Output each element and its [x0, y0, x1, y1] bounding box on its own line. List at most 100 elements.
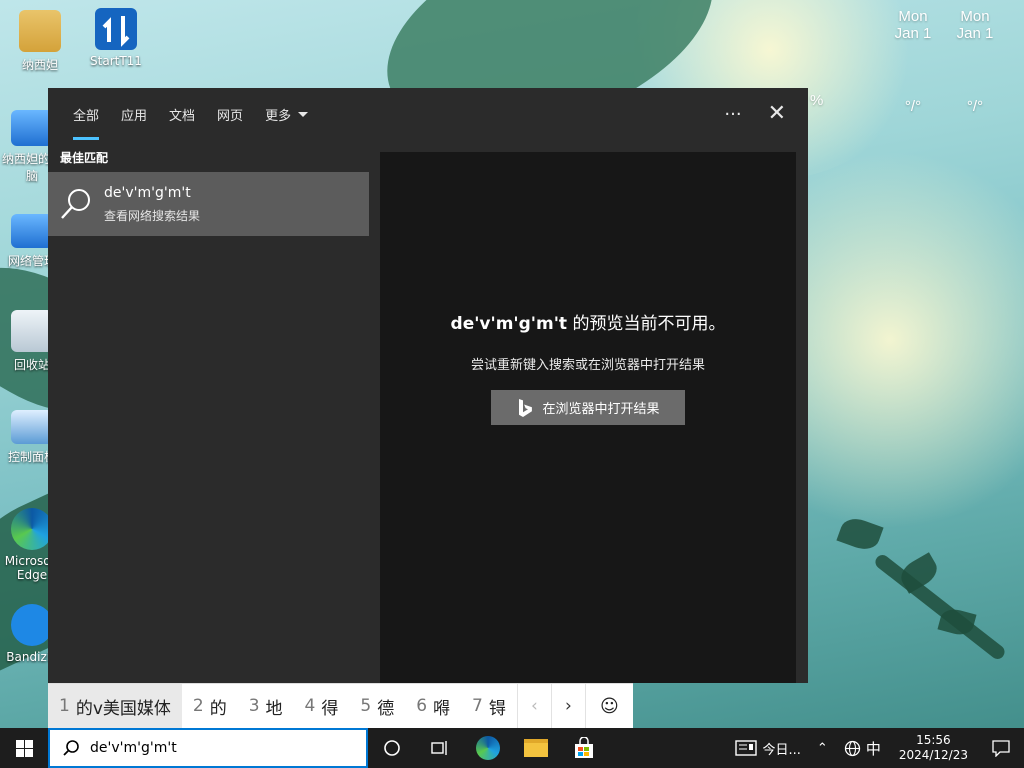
tab-apps[interactable]: 应用	[110, 88, 158, 140]
network-icon	[11, 214, 53, 248]
search-icon	[61, 189, 90, 219]
candidate-text: 德	[377, 698, 395, 719]
chevron-up-icon: ⌃	[816, 740, 828, 756]
emoji-icon[interactable]: ☺	[584, 684, 633, 728]
weather-widget-day1: Mon Jan 1 °/°	[886, 8, 940, 115]
control-panel-icon	[11, 410, 53, 444]
tab-web[interactable]: 网页	[206, 88, 254, 140]
weather-temp: °/°	[904, 98, 922, 115]
more-options-button[interactable]: ···	[724, 104, 741, 125]
taskbar: de'v'm'g'm't 今日... ⌃ 中 15:56 2024/12/23	[0, 728, 1024, 768]
panel-actions: ··· ✕	[724, 88, 786, 140]
weather-percent: %	[810, 92, 824, 109]
candidate-number: 4	[304, 696, 316, 716]
show-hidden-icons-button[interactable]: ⌃	[809, 728, 836, 768]
desktop-icon-label: 纳西妲	[21, 58, 58, 72]
open-in-browser-button[interactable]: 在浏览器中打开结果	[491, 390, 685, 425]
bing-icon	[519, 398, 533, 417]
ime-candidate[interactable]: 3地	[238, 684, 294, 728]
globe-icon	[844, 740, 860, 756]
desktop-icon-user-folder[interactable]: 纳西妲	[8, 10, 72, 73]
news-widget-label: 今日...	[762, 742, 801, 758]
candidate-text: 地	[265, 698, 283, 719]
results-pane: 最佳匹配 de'v'm'g'm't 查看网络搜索结果	[48, 140, 369, 683]
candidate-number: 1	[59, 696, 70, 716]
task-view-icon	[431, 741, 447, 755]
edge-icon	[476, 736, 500, 760]
desktop-icon-startt11[interactable]: StartT11	[84, 8, 148, 68]
search-query-text: de'v'm'g'm't	[90, 740, 177, 756]
weather-day: Mon	[960, 8, 990, 25]
ime-candidate[interactable]: 7锝	[461, 684, 517, 728]
language-button[interactable]: 中	[836, 728, 889, 768]
ime-candidate[interactable]: 1 的v美国媒体	[48, 684, 182, 728]
weather-day: Mon	[898, 8, 928, 25]
candidate-number: 5	[360, 696, 372, 716]
candidate-number: 3	[248, 696, 260, 716]
preview-title: de'v'm'g'm't 的预览当前不可用。	[380, 309, 796, 334]
candidate-number: 6	[416, 696, 428, 716]
result-subtitle: 查看网络搜索结果	[104, 208, 201, 223]
desktop-icon-label: StartT11	[90, 54, 142, 68]
tab-documents[interactable]: 文档	[158, 88, 206, 140]
tab-label: 全部	[73, 108, 100, 124]
taskbar-edge-button[interactable]	[464, 728, 512, 768]
search-tabs: 全部 应用 文档 网页 更多 ··· ✕	[48, 88, 808, 140]
best-match-result[interactable]: de'v'm'g'm't 查看网络搜索结果	[48, 172, 369, 236]
search-icon	[63, 740, 79, 756]
ime-prev-page-button[interactable]: ‹	[516, 684, 551, 728]
weather-temp: °/°	[966, 98, 984, 115]
open-in-browser-label: 在浏览器中打开结果	[542, 402, 660, 417]
news-widget-button[interactable]: 今日...	[727, 728, 809, 768]
weather-date: Jan 1	[894, 25, 932, 42]
store-icon	[575, 737, 593, 758]
candidate-text: 得	[321, 698, 339, 719]
user-folder-icon	[19, 10, 61, 52]
clock-date: 2024/12/23	[898, 748, 968, 762]
result-title: de'v'm'g'm't	[104, 184, 191, 201]
bandizip-icon	[11, 604, 53, 646]
cortana-button[interactable]	[368, 728, 416, 768]
candidate-number: 7	[472, 696, 483, 716]
computer-icon	[11, 110, 53, 146]
recycle-bin-icon	[11, 310, 53, 352]
notification-icon	[992, 739, 1010, 757]
tab-label: 网页	[217, 108, 244, 124]
candidate-text: 的	[209, 698, 227, 719]
desktop-icon-label: 回收站	[13, 358, 50, 372]
notification-center-button[interactable]	[978, 728, 1024, 768]
windows-logo-icon	[15, 739, 33, 757]
start-app-icon	[95, 8, 137, 50]
ime-candidate[interactable]: 2的	[182, 684, 238, 728]
tab-all[interactable]: 全部	[62, 88, 110, 140]
ime-candidate[interactable]: 6嘚	[405, 684, 461, 728]
tab-label: 应用	[121, 108, 148, 124]
close-icon[interactable]: ✕	[768, 103, 786, 125]
ime-next-page-button[interactable]: ›	[550, 684, 585, 728]
preview-unavailable-text: 的预览当前不可用。	[567, 314, 726, 334]
cortana-circle-icon	[384, 740, 400, 756]
tab-label: 更多	[265, 108, 292, 124]
ime-candidate[interactable]: 4得	[294, 684, 350, 728]
folder-icon	[524, 739, 548, 757]
weather-date: Jan 1	[956, 25, 994, 42]
ime-mode-indicator: 中	[865, 739, 881, 758]
taskbar-search-input[interactable]: de'v'm'g'm't	[48, 728, 368, 768]
clock-time: 15:56	[916, 733, 951, 747]
tab-more[interactable]: 更多	[254, 88, 319, 140]
weather-widget-day2: Mon Jan 1 °/°	[948, 8, 1002, 115]
ime-candidate[interactable]: 5德	[349, 684, 405, 728]
start-button[interactable]	[0, 728, 48, 768]
edge-icon	[11, 508, 53, 550]
taskbar-file-explorer-button[interactable]	[512, 728, 560, 768]
tab-label: 文档	[169, 108, 196, 124]
task-view-button[interactable]	[416, 728, 464, 768]
candidate-text: 的v美国媒体	[75, 698, 171, 719]
news-icon	[734, 740, 757, 756]
candidate-text: 嘚	[433, 698, 451, 719]
taskbar-store-button[interactable]	[560, 728, 608, 768]
search-panel: 全部 应用 文档 网页 更多 ··· ✕ 最佳匹配 de'v'm'g'm't 查…	[48, 88, 808, 683]
system-tray: 今日... ⌃ 中 15:56 2024/12/23	[727, 728, 1024, 768]
preview-pane: de'v'm'g'm't 的预览当前不可用。 尝试重新键入搜索或在浏览器中打开结…	[380, 152, 796, 683]
clock[interactable]: 15:56 2024/12/23	[889, 733, 978, 763]
